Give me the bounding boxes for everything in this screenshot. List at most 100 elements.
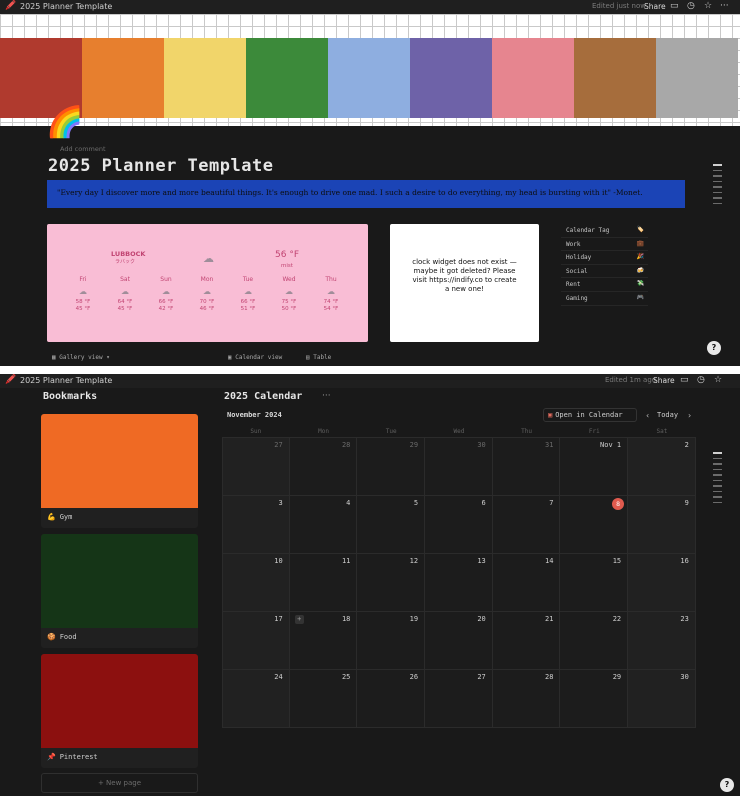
- help-button[interactable]: ?: [707, 341, 721, 355]
- quote-callout[interactable]: "Every day I discover more and more beau…: [47, 180, 685, 208]
- calendar-day-number: 3: [278, 499, 283, 507]
- forecast-day: Tue ☁ 66 °F 51 °F: [228, 276, 268, 312]
- help-button-2[interactable]: ?: [720, 778, 734, 792]
- tab-table-view[interactable]: ▤ Table: [306, 354, 331, 361]
- calendar-day-number: 13: [477, 557, 486, 565]
- page-title[interactable]: 2025 Planner Template: [48, 156, 273, 176]
- weather-city-sub: ラバック: [115, 259, 135, 265]
- bookmark-card[interactable]: 💪 Gym: [41, 414, 198, 528]
- comment-icon[interactable]: ▭: [670, 1, 679, 11]
- calendar-day-cell[interactable]: +18: [289, 612, 358, 670]
- calendar-day-cell[interactable]: 29: [560, 670, 629, 728]
- cover-banner[interactable]: [0, 14, 740, 126]
- calendar-day-cell[interactable]: 23: [628, 612, 696, 670]
- bookmark-icon: 🍪: [47, 633, 56, 641]
- more-icon[interactable]: ···: [720, 1, 729, 11]
- calendar-day-cell[interactable]: 28: [492, 670, 561, 728]
- calendar-day-cell[interactable]: 25: [289, 670, 358, 728]
- calendar-day-number: 4: [346, 499, 351, 507]
- legend-tag-icon: 🍻: [636, 266, 644, 274]
- calendar-day-cell[interactable]: 27: [222, 438, 290, 496]
- table-of-contents[interactable]: [713, 164, 722, 208]
- page-icon[interactable]: 🌈: [46, 108, 83, 138]
- today-button[interactable]: Today: [657, 411, 678, 419]
- calendar-day-cell[interactable]: 16: [628, 554, 696, 612]
- calendar-day-cell[interactable]: 6: [425, 496, 493, 554]
- calendar-week: 24 25 26 27 28 29 30: [222, 670, 696, 728]
- calendar-day-cell[interactable]: 24: [222, 670, 290, 728]
- banner-tile: [492, 38, 574, 118]
- tab-gallery-view[interactable]: ▦ Gallery view ▾: [52, 354, 110, 361]
- calendar-week: 3 4 5 6 7 8 9: [222, 496, 696, 554]
- calendar-day-cell[interactable]: 15: [560, 554, 629, 612]
- next-month-button[interactable]: ›: [688, 411, 691, 420]
- calendar-day-cell[interactable]: 7: [492, 496, 561, 554]
- calendar-day-cell[interactable]: 10: [222, 554, 290, 612]
- calendar-day-cell[interactable]: 31: [492, 438, 561, 496]
- calendar-day-cell[interactable]: 21: [492, 612, 561, 670]
- share-button-2[interactable]: Share: [653, 376, 675, 385]
- tab-calendar-view[interactable]: ▣ Calendar view: [228, 354, 282, 361]
- calendar-day-cell[interactable]: 19: [357, 612, 426, 670]
- calendar-day-cell[interactable]: Nov 1: [560, 438, 629, 496]
- open-in-calendar-button[interactable]: ▣ Open in Calendar: [543, 408, 637, 422]
- table-of-contents-2[interactable]: [713, 452, 722, 507]
- bookmark-card[interactable]: 📌 Pinterest: [41, 654, 198, 768]
- clock-widget[interactable]: clock widget does not exist — maybe it g…: [390, 224, 539, 342]
- weather-desc: mist: [281, 263, 293, 269]
- star-icon[interactable]: ☆: [704, 1, 712, 11]
- breadcrumb-title[interactable]: 2025 Planner Template: [20, 2, 112, 11]
- calendar-day-cell[interactable]: 27: [425, 670, 493, 728]
- legend-item[interactable]: Work 💼: [561, 238, 648, 252]
- forecast-high: 74 °F: [323, 299, 339, 305]
- legend-tag-icon: 🏷️: [636, 226, 644, 233]
- calendar-day-cell[interactable]: 22: [560, 612, 629, 670]
- bookmark-card[interactable]: 🍪 Food: [41, 534, 198, 648]
- calendar-day-cell[interactable]: 11: [289, 554, 358, 612]
- legend-item[interactable]: Calendar Tag 🏷️: [561, 224, 648, 238]
- add-event-icon[interactable]: +: [294, 615, 304, 624]
- breadcrumb-title-2[interactable]: 2025 Planner Template: [20, 376, 112, 385]
- weather-temp: 56 °F: [275, 250, 299, 260]
- legend-item[interactable]: Social 🍻: [561, 265, 648, 279]
- calendar-day-cell[interactable]: 2: [628, 438, 696, 496]
- calendar-day-cell[interactable]: 13: [425, 554, 493, 612]
- history-icon[interactable]: ◷: [687, 1, 695, 11]
- calendar-day-cell[interactable]: 9: [628, 496, 696, 554]
- calendar-day-number: 7: [549, 499, 554, 507]
- calendar-day-cell[interactable]: 3: [222, 496, 290, 554]
- prev-month-button[interactable]: ‹: [646, 411, 649, 420]
- legend-item[interactable]: Holiday 🎉: [561, 251, 648, 265]
- calendar-day-cell[interactable]: 30: [425, 438, 493, 496]
- bookmark-title: Food: [59, 633, 77, 641]
- calendar-day-cell[interactable]: 29: [357, 438, 426, 496]
- add-comment-link[interactable]: Add comment: [60, 145, 106, 153]
- bookmark-cover: [41, 654, 198, 748]
- calendar-day-number: 16: [680, 557, 689, 565]
- calendar-day-cell[interactable]: 28: [289, 438, 358, 496]
- calendar-day-cell[interactable]: 12: [357, 554, 426, 612]
- legend-item[interactable]: Gaming 🎮: [561, 292, 648, 306]
- legend-item[interactable]: Rent 💸: [561, 278, 648, 292]
- history-icon-2[interactable]: ◷: [697, 375, 705, 385]
- calendar-day-cell[interactable]: 8: [560, 496, 629, 554]
- calendar-day-cell[interactable]: 20: [425, 612, 493, 670]
- star-icon-2[interactable]: ☆: [714, 375, 722, 385]
- tab-gallery-label: Gallery view: [59, 354, 103, 361]
- calendar-more-button[interactable]: ···: [322, 391, 331, 401]
- calendar-day-cell[interactable]: 26: [357, 670, 426, 728]
- weekday-header: Wed: [453, 428, 465, 435]
- calendar-day-cell[interactable]: 17: [222, 612, 290, 670]
- calendar-month: November 2024: [227, 411, 282, 419]
- calendar-day-cell[interactable]: 4: [289, 496, 358, 554]
- share-button[interactable]: Share: [644, 2, 666, 11]
- weather-widget[interactable]: LUBBOCK ラバック ☁ 56 °F mist Fri ☁ 58 °F 45 °F…: [47, 224, 368, 342]
- new-page-button[interactable]: + New page: [41, 773, 198, 793]
- calendar-day-number: 11: [341, 557, 351, 565]
- cloud-icon: ☁: [203, 252, 214, 265]
- comment-icon-2[interactable]: ▭: [680, 375, 689, 385]
- calendar-day-cell[interactable]: 5: [357, 496, 426, 554]
- legend-tag-icon: 💼: [636, 239, 644, 247]
- calendar-day-cell[interactable]: 14: [492, 554, 561, 612]
- calendar-day-cell[interactable]: 30: [628, 670, 696, 728]
